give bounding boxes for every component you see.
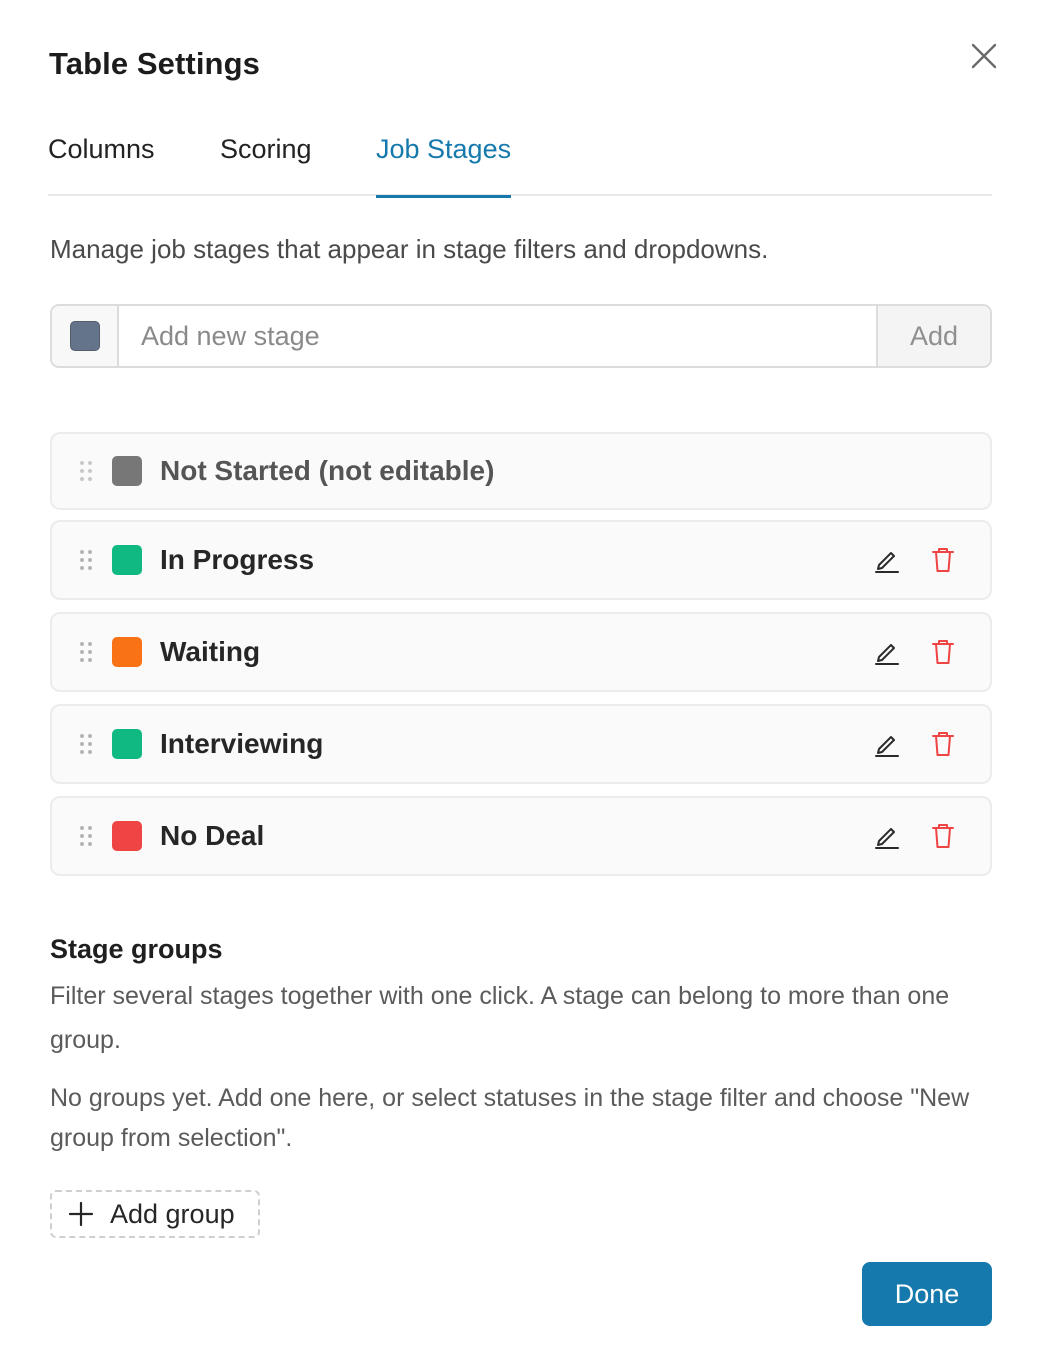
stage-color-swatch — [112, 456, 142, 486]
stage-groups-description: Filter several stages together with one … — [50, 982, 950, 1054]
trash-icon — [932, 732, 954, 756]
section-description: Manage job stages that appear in stage f… — [50, 234, 769, 264]
stage-row-no-deal: No Deal — [50, 796, 992, 876]
stage-name: Not Started (not editable) — [160, 455, 495, 486]
delete-stage-button[interactable] — [926, 635, 960, 669]
trash-icon — [932, 824, 954, 848]
add-stage-button[interactable]: Add — [876, 306, 990, 366]
pencil-icon — [875, 644, 899, 665]
drag-handle-icon[interactable] — [78, 459, 94, 483]
drag-handle-icon[interactable] — [78, 732, 94, 756]
stage-row-not-started: Not Started (not editable) — [50, 432, 992, 510]
tab-job-stages[interactable]: Job Stages — [376, 134, 512, 198]
stage-name: No Deal — [160, 820, 265, 851]
pencil-icon — [875, 828, 899, 849]
delete-stage-button[interactable] — [926, 727, 960, 761]
tab-columns[interactable]: Columns — [48, 134, 155, 196]
stage-groups-empty-message: No groups yet. Add one here, or select s… — [50, 1084, 970, 1152]
table-settings-dialog: Table Settings Columns Scoring Job Stage… — [0, 0, 1040, 1364]
pencil-icon — [875, 552, 899, 573]
close-icon — [971, 43, 997, 69]
add-group-label: Add group — [110, 1198, 235, 1229]
drag-handle-icon[interactable] — [78, 548, 94, 572]
drag-handle-icon[interactable] — [78, 824, 94, 848]
stage-color-swatch[interactable] — [112, 637, 142, 667]
stage-row-waiting: Waiting — [50, 612, 992, 692]
delete-stage-button[interactable] — [926, 543, 960, 577]
stage-color-swatch[interactable] — [112, 821, 142, 851]
stage-name: Interviewing — [160, 728, 324, 759]
edit-stage-button[interactable] — [870, 727, 904, 761]
color-swatch — [69, 321, 100, 351]
new-stage-input[interactable] — [119, 306, 876, 366]
pencil-icon — [875, 736, 899, 757]
trash-icon — [932, 548, 954, 572]
drag-handle-icon[interactable] — [78, 640, 94, 664]
edit-stage-button[interactable] — [870, 635, 904, 669]
edit-stage-button[interactable] — [870, 543, 904, 577]
stage-row-interviewing: Interviewing — [50, 704, 992, 784]
new-stage-color-picker[interactable] — [52, 306, 119, 366]
delete-stage-button[interactable] — [926, 819, 960, 853]
stage-name: Waiting — [160, 636, 261, 667]
trash-icon — [932, 640, 954, 664]
edit-stage-button[interactable] — [870, 819, 904, 853]
stage-row-in-progress: In Progress — [50, 520, 992, 600]
tab-bar: Columns Scoring Job Stages — [48, 122, 992, 198]
close-button[interactable] — [964, 36, 1004, 76]
stage-name: In Progress — [160, 544, 315, 575]
add-group-button[interactable]: Add group — [50, 1190, 260, 1238]
stage-color-swatch[interactable] — [112, 545, 142, 575]
add-stage-row: Add — [50, 304, 992, 368]
done-button[interactable]: Done — [862, 1262, 992, 1326]
stage-color-swatch[interactable] — [112, 729, 142, 759]
tab-scoring[interactable]: Scoring — [220, 134, 312, 196]
stage-groups-heading: Stage groups — [50, 934, 223, 964]
plus-icon — [68, 1201, 94, 1227]
dialog-title: Table Settings — [49, 46, 260, 81]
